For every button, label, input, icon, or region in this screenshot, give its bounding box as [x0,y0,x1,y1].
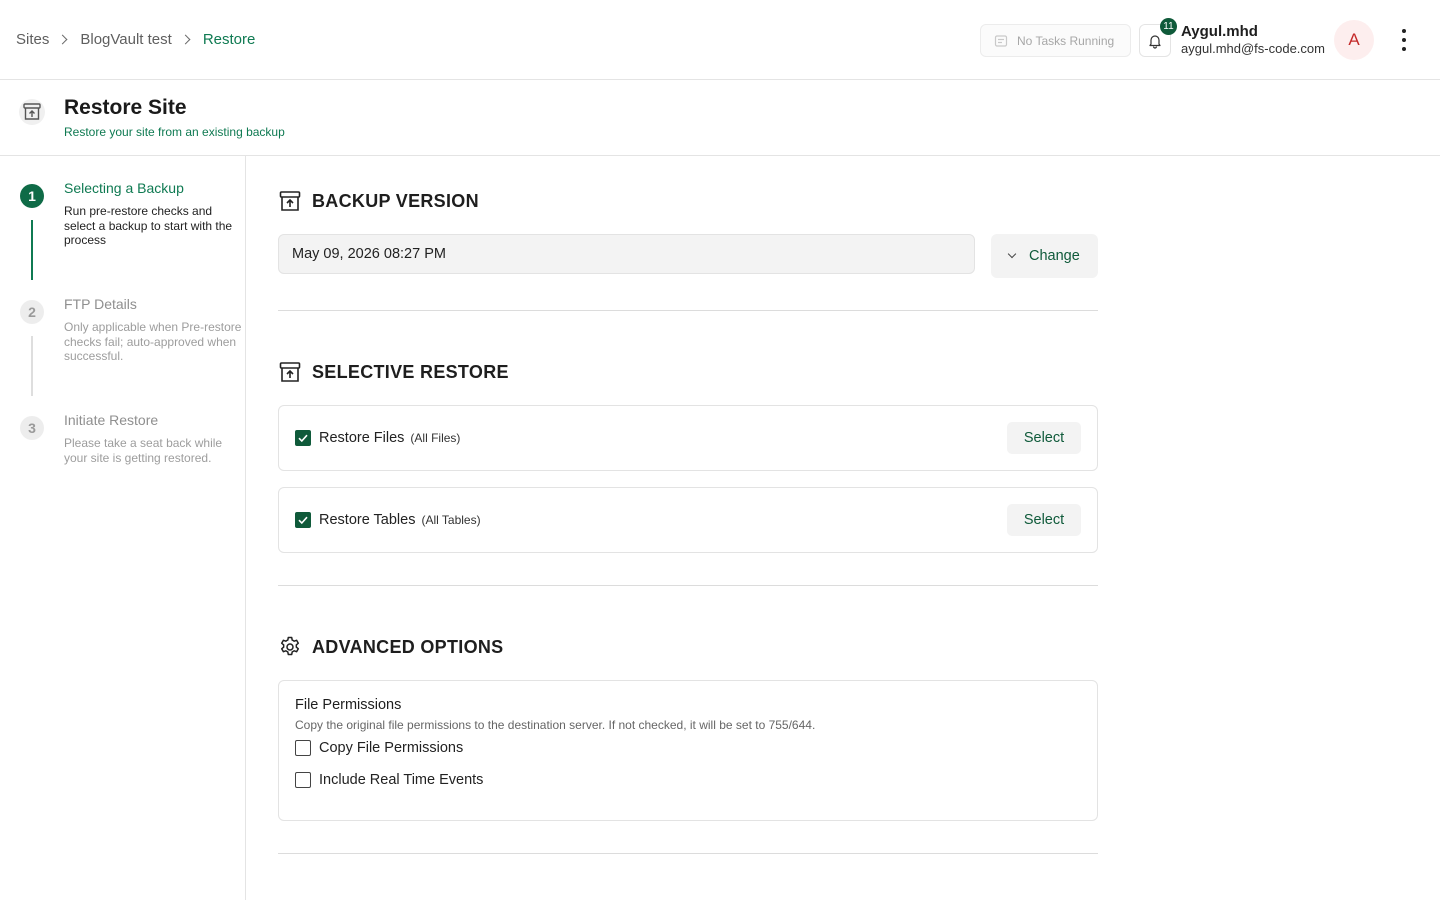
bell-icon [1149,34,1161,49]
copy-file-permissions-checkbox[interactable] [295,740,311,756]
avatar[interactable]: A [1334,20,1374,60]
step-number: 1 [20,184,44,208]
select-files-button[interactable]: Select [1007,422,1081,454]
select-tables-button[interactable]: Select [1007,504,1081,536]
step-connector-active [31,220,33,280]
restore-stepper: 1 Selecting a Backup Run pre-restore che… [0,156,246,900]
page-subtitle: Restore your site from an existing backu… [64,125,285,139]
tasks-status-label: No Tasks Running [1017,33,1115,48]
restore-files-text: Restore Files [319,430,405,446]
archive-upload-icon [279,191,301,211]
tasks-icon [994,34,1008,47]
step-number: 3 [20,416,44,440]
user-email: aygul.mhd@fs-code.com [1181,41,1325,56]
change-backup-button[interactable]: Change [991,234,1098,278]
divider [278,853,1098,854]
restore-files-row: Restore Files (All Files) Select [278,405,1098,471]
archive-upload-icon [279,362,301,382]
step-number: 2 [20,300,44,324]
file-permissions-card: File Permissions Copy the original file … [278,680,1098,821]
breadcrumb-sites-link[interactable]: Sites [16,31,49,48]
restore-tables-checkbox[interactable] [295,512,311,528]
restore-files-scope: (All Files) [410,431,461,445]
breadcrumb-current: Restore [202,31,256,48]
top-bar: Sites BlogVault test Restore No Tasks Ru… [0,0,1440,80]
chevron-right-icon [180,34,191,45]
restore-tables-scope: (All Tables) [421,513,481,527]
step-description: Only applicable when Pre-restore checks … [64,320,242,363]
tasks-status-button[interactable]: No Tasks Running [980,24,1131,57]
section-title: BACKUP VERSION [312,190,479,211]
backup-version-field[interactable]: May 09, 2026 08:27 PM [278,234,975,274]
change-button-label: Change [1029,248,1080,264]
chevron-down-icon [1007,249,1017,259]
file-permissions-title: File Permissions [295,697,402,713]
page-title: Restore Site [64,96,187,119]
user-info[interactable]: Aygul.mhd aygul.mhd@fs-code.com [1181,23,1325,56]
include-real-time-events-checkbox[interactable] [295,772,311,788]
checkmark-icon [298,434,308,443]
restore-files-label: Restore Files (All Files) [319,430,460,446]
divider [278,585,1098,586]
selective-restore-heading: SELECTIVE RESTORE [278,360,509,384]
step-description: Run pre-restore checks and select a back… [64,204,233,247]
restore-tables-label: Restore Tables (All Tables) [319,512,481,528]
user-name: Aygul.mhd [1181,23,1258,40]
breadcrumb: Sites BlogVault test Restore [16,31,255,48]
copy-file-permissions-label: Copy File Permissions [319,740,464,756]
chevron-right-icon [57,34,68,45]
checkmark-icon [298,516,308,525]
kebab-menu-icon[interactable] [1394,29,1414,51]
include-real-time-events-label: Include Real Time Events [319,772,484,788]
section-title: SELECTIVE RESTORE [312,361,509,382]
file-permissions-description: Copy the original file permissions to th… [295,718,816,732]
step-title: Selecting a Backup [64,180,184,196]
page-header: Restore Site Restore your site from an e… [0,80,1440,156]
breadcrumb-site-link[interactable]: BlogVault test [80,31,171,48]
gear-icon [280,636,300,656]
advanced-options-heading: ADVANCED OPTIONS [278,635,503,659]
backup-version-heading: BACKUP VERSION [278,189,479,213]
restore-tables-text: Restore Tables [319,512,416,528]
divider [278,310,1098,311]
notification-count-badge: 11 [1160,18,1177,35]
restore-files-checkbox[interactable] [295,430,311,446]
step-title: FTP Details [64,296,137,312]
restore-tables-row: Restore Tables (All Tables) Select [278,487,1098,553]
step-connector [31,336,33,396]
step-title: Initiate Restore [64,412,159,428]
step-description: Please take a seat back while your site … [64,436,223,465]
archive-upload-icon [19,99,45,125]
section-title: ADVANCED OPTIONS [312,636,504,657]
